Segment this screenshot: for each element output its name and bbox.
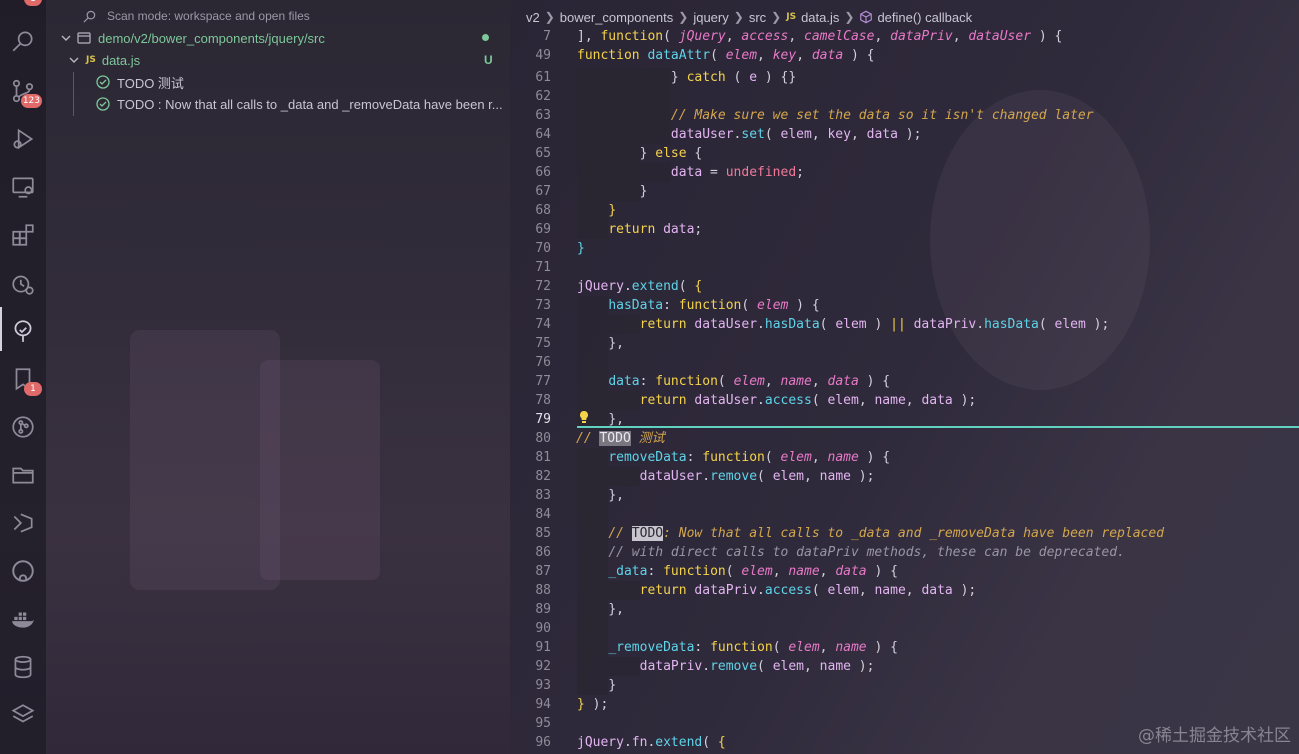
code-line: 73 hasData: function( elem ) {	[535, 296, 820, 315]
code-line: 66 data = undefined;	[535, 163, 804, 182]
folder-icon[interactable]	[8, 460, 38, 490]
lightbulb-icon[interactable]	[578, 410, 590, 424]
docker-icon[interactable]	[8, 604, 38, 634]
code-line: 86 // with direct calls to dataPriv meth…	[535, 543, 1125, 562]
todo-item[interactable]: TODO : Now that all calls to _data and _…	[96, 93, 503, 115]
scan-mode-row[interactable]: Scan mode: workspace and open files	[82, 6, 310, 26]
cursor-line-indicator	[577, 426, 1299, 428]
folder-status-dot	[482, 34, 489, 41]
scan-mode-label: Scan mode: workspace and open files	[107, 9, 310, 23]
todo-tree-icon[interactable]	[8, 316, 38, 346]
code-line: 91 _removeData: function( elem, name ) {	[535, 638, 898, 657]
bookmarks-icon[interactable]: 1	[8, 364, 42, 396]
code-line: 64 dataUser.set( elem, key, data );	[535, 125, 922, 144]
code-line: 83 },	[535, 486, 624, 505]
breadcrumb-item[interactable]: bower_components	[560, 10, 673, 25]
search-icon[interactable]	[8, 26, 38, 56]
code-line: 87 _data: function( elem, name, data ) {	[535, 562, 898, 581]
todo-tree-panel: Scan mode: workspace and open files demo…	[46, 0, 510, 754]
chevron-down-icon	[58, 30, 74, 46]
code-line: 65 } else {	[535, 144, 703, 163]
badge-top: 1	[24, 0, 42, 6]
file-name: data.js	[101, 52, 141, 68]
folder-icon	[76, 30, 92, 46]
search-icon	[83, 10, 96, 23]
code-line: 78 return dataUser.access( elem, name, d…	[535, 391, 977, 410]
code-line: 62	[510, 87, 1299, 106]
code-line: 89 },	[535, 600, 624, 619]
chevron-right-icon: ❯	[678, 10, 689, 24]
code-line: 92 dataPriv.remove( elem, name );	[535, 657, 875, 676]
js-file-icon: JS	[786, 12, 797, 22]
code-line: 75 },	[535, 334, 624, 353]
code-line: 71	[535, 260, 551, 275]
breadcrumb-item[interactable]: src	[749, 10, 766, 25]
check-circle-icon	[96, 75, 110, 89]
vsc-icon[interactable]	[8, 508, 38, 538]
folder-path: demo/v2/bower_components/jquery/src	[98, 30, 325, 46]
code-line: 61 } catch ( e ) {}	[535, 68, 797, 87]
breadcrumb-item[interactable]: v2	[526, 10, 540, 25]
todo-item-label: TODO 测试	[117, 75, 184, 91]
code-line: 82 dataUser.remove( elem, name );	[535, 467, 875, 486]
code-line: 80// TODO 测试	[535, 431, 665, 446]
code-line: 67 }	[535, 182, 648, 201]
breadcrumb: v2 ❯ bower_components ❯ jquery ❯ src ❯ J…	[526, 7, 972, 27]
code-line: 81 removeData: function( elem, name ) {	[535, 448, 891, 467]
js-file-icon: JS	[86, 55, 96, 65]
source-control-icon[interactable]: 123	[8, 76, 42, 108]
tree-indent-guide	[73, 72, 74, 116]
code-line: 93 }	[535, 676, 617, 695]
code-line: 7], function( jQuery, access, camelCase,…	[543, 29, 1063, 44]
database-icon[interactable]	[8, 652, 38, 682]
chevron-down-icon	[66, 52, 82, 68]
code-line: 84	[510, 505, 1299, 524]
tree-file-row[interactable]: JS data.js	[66, 49, 140, 71]
explorer-icon[interactable]: 1	[8, 0, 42, 18]
badge-bookmarks: 1	[24, 382, 42, 396]
chevron-right-icon: ❯	[771, 10, 782, 24]
code-line: 69 return data;	[535, 220, 703, 239]
code-line: 76	[510, 353, 1299, 372]
timeline-icon[interactable]	[8, 268, 38, 298]
code-line: 74 return dataUser.hasData( elem ) || da…	[535, 315, 1110, 334]
file-status-badge: U	[484, 53, 493, 67]
chevron-right-icon: ❯	[544, 10, 555, 24]
todo-item[interactable]: TODO 测试	[96, 71, 184, 93]
code-line: 90	[510, 619, 1299, 638]
github-icon[interactable]	[8, 556, 38, 586]
code-line: 88 return dataPriv.access( elem, name, d…	[535, 581, 977, 600]
code-line: 68 }	[535, 201, 617, 220]
chevron-right-icon: ❯	[733, 10, 744, 24]
activity-bar: 1 123 1	[0, 0, 46, 754]
check-circle-icon	[96, 97, 110, 111]
remote-explorer-icon[interactable]	[8, 172, 38, 202]
tree-folder-row[interactable]: demo/v2/bower_components/jquery/src	[58, 27, 325, 49]
symbol-method-icon	[860, 10, 873, 24]
code-editor[interactable]: 7], function( jQuery, access, camelCase,…	[510, 27, 1299, 754]
code-line: 49 function dataAttr( elem, key, data ) {	[535, 48, 875, 63]
active-indicator	[0, 307, 2, 351]
watermark: @稀土掘金技术社区	[1138, 726, 1291, 746]
breadcrumb-file[interactable]: data.js	[801, 10, 839, 25]
code-line: 77 data: function( elem, name, data ) {	[535, 372, 891, 391]
code-line: 85 // TODO: Now that all calls to _data …	[535, 524, 1165, 543]
code-line: 94} );	[535, 697, 609, 712]
code-line: 63 // Make sure we set the data so it is…	[535, 106, 1094, 125]
chevron-right-icon: ❯	[844, 10, 855, 24]
layers-icon[interactable]	[8, 700, 38, 730]
badge-source-control: 123	[20, 94, 42, 108]
breadcrumb-symbol[interactable]: define() callback	[877, 10, 972, 25]
breadcrumb-item[interactable]: jquery	[693, 10, 728, 25]
extensions-icon[interactable]	[8, 220, 38, 250]
git-graph-icon[interactable]	[8, 412, 38, 442]
todo-item-label: TODO : Now that all calls to _data and _…	[117, 96, 503, 112]
code-line: 72 jQuery.extend( {	[535, 279, 703, 294]
run-debug-icon[interactable]	[8, 124, 38, 154]
code-line: 70}	[535, 241, 585, 256]
